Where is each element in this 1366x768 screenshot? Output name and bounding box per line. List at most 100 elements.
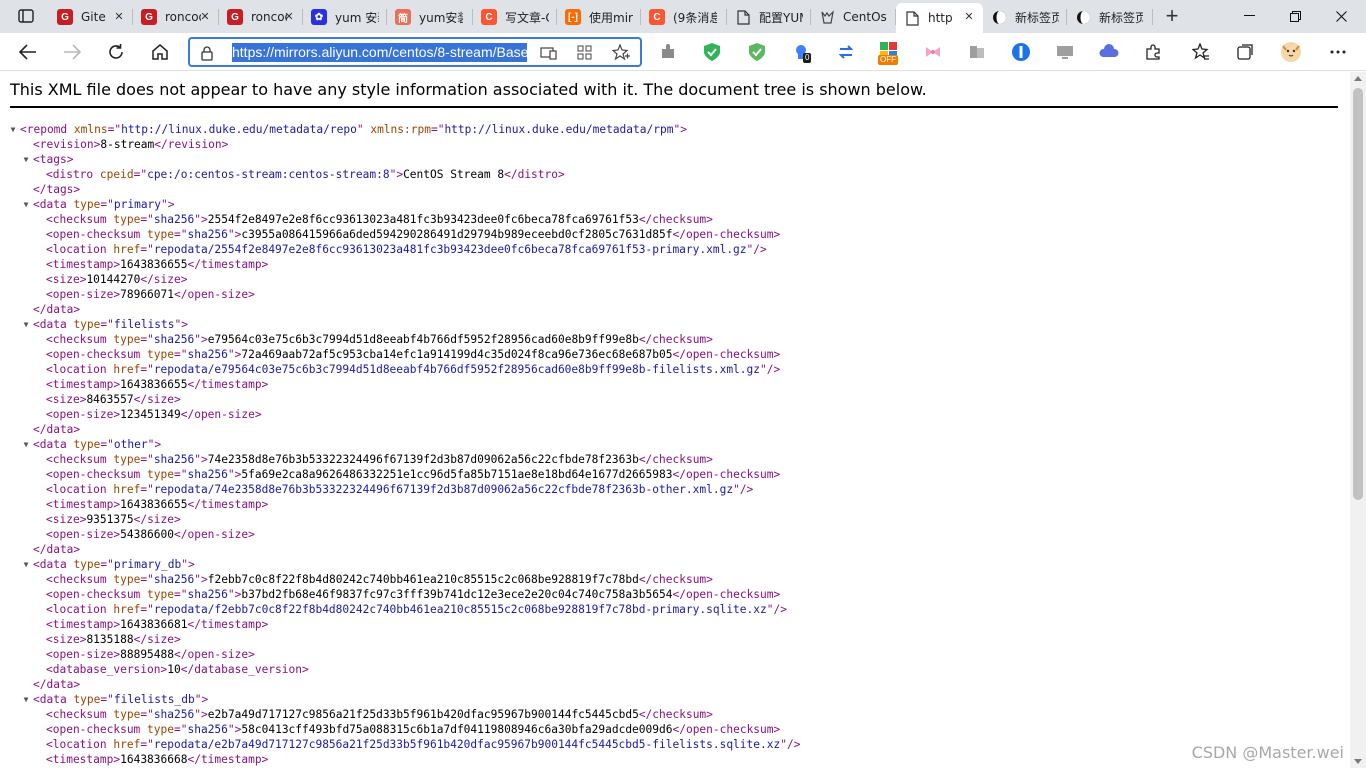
new-tab-page-icon xyxy=(991,9,1007,25)
close-window-button[interactable] xyxy=(1318,2,1364,30)
back-arrow-icon xyxy=(19,44,36,60)
apps-grid-icon[interactable] xyxy=(576,44,594,62)
tab-strip: GGite✕Groncoo-e✕Groncoo-e✕✿yum 安装简yum安装C… xyxy=(0,0,1366,33)
home-button[interactable] xyxy=(145,37,175,67)
xml-root-element[interactable]: ▼ <repomd xmlns="http://linux.duke.edu/me… xyxy=(0,122,1350,137)
collections-icon[interactable] xyxy=(1234,41,1256,63)
xml-timestamp: <timestamp>1643836655</timestamp> xyxy=(46,378,269,391)
xml-data-close: </data> xyxy=(33,543,81,556)
browser-tab[interactable]: 新标签页 xyxy=(1067,3,1153,31)
back-button[interactable] xyxy=(13,37,43,67)
browser-tab[interactable]: C 写文章-C xyxy=(473,3,557,31)
xml-open-size: <open-size>54386600</open-size> xyxy=(46,528,255,541)
address-bar[interactable]: https://mirrors.aliyun.com/centos/8-stre… xyxy=(188,37,642,67)
restore-icon xyxy=(1289,10,1301,22)
tab-title: yum 安装 xyxy=(335,10,379,25)
tab-title: (9条消息 xyxy=(673,10,717,25)
forward-arrow-icon xyxy=(64,44,81,60)
xml-open-checksum: <open-checksum type="sha256">c3955a08641… xyxy=(46,228,781,241)
reader-extension-icon[interactable] xyxy=(966,41,988,63)
browser-tab[interactable]: Groncoo-e✕ xyxy=(219,3,303,31)
browser-tab[interactable]: CentOs6 xyxy=(811,3,896,31)
browser-tab[interactable]: 配置YUM xyxy=(727,3,811,31)
new-tab-button[interactable]: + xyxy=(1160,5,1184,29)
xml-timestamp: <timestamp>1643836681</timestamp> xyxy=(46,618,269,631)
xml-timestamp: <timestamp>1643836655</timestamp> xyxy=(46,258,269,271)
pink-bow-extension-icon[interactable] xyxy=(922,41,944,63)
off-toggle-extension-icon[interactable]: OFF xyxy=(878,41,900,65)
browser-tab[interactable]: http ✕ xyxy=(896,3,983,33)
scroll-up-arrow-icon[interactable] xyxy=(1354,76,1362,81)
tab-close-icon[interactable]: ✕ xyxy=(111,9,127,25)
collapse-triangle-icon[interactable]: ▼ xyxy=(21,557,31,572)
collapse-triangle-icon[interactable]: ▼ xyxy=(8,122,18,137)
xml-data-element[interactable]: ▼ <data type="filelists_db"> xyxy=(0,692,1350,707)
extension-puzzle-grey-icon[interactable] xyxy=(657,41,679,63)
add-favorite-icon[interactable] xyxy=(611,43,630,62)
adguard-shield-icon[interactable] xyxy=(701,41,723,63)
new-tab-page-icon xyxy=(1075,9,1091,25)
extension-badge: 0 xyxy=(803,53,812,63)
settings-more-button[interactable] xyxy=(1327,41,1349,63)
tab-actions-icon xyxy=(18,9,34,23)
xml-size: <size>10144270</size> xyxy=(46,273,188,286)
collapse-triangle-icon[interactable]: ▼ xyxy=(21,317,31,332)
aliyun-icon: [-] xyxy=(565,9,581,25)
tab-title: 新标签页 xyxy=(1015,10,1059,25)
xml-timestamp: <timestamp>1643836668</timestamp> xyxy=(46,753,269,766)
browser-tab[interactable]: ✿ yum 安装 xyxy=(303,3,387,31)
url-text[interactable]: https://mirrors.aliyun.com/centos/8-stre… xyxy=(232,43,527,62)
blue-circle-extension-icon[interactable] xyxy=(1010,41,1032,63)
tab-title: roncoo-e xyxy=(165,10,201,24)
browser-tab[interactable]: 简 yum安装 xyxy=(387,3,473,31)
xml-data-element[interactable]: ▼ <data type="primary_db"> xyxy=(0,557,1350,572)
xml-document-tree: ▼ <repomd xmlns="http://linux.duke.edu/me… xyxy=(0,122,1350,767)
xml-data-element[interactable]: ▼ <data type="primary"> xyxy=(0,197,1350,212)
browser-toolbar: https://mirrors.aliyun.com/centos/8-stre… xyxy=(0,33,1366,71)
favorites-icon[interactable] xyxy=(1190,41,1212,63)
collapse-triangle-icon[interactable]: ▼ xyxy=(21,692,31,707)
collapse-triangle-icon[interactable]: ▼ xyxy=(21,437,31,452)
xml-timestamp: <timestamp>1643836655</timestamp> xyxy=(46,498,269,511)
lock-icon[interactable] xyxy=(200,45,214,66)
browser-tab[interactable]: C (9条消息 xyxy=(641,3,727,31)
tab-close-icon[interactable]: ✕ xyxy=(281,9,297,25)
xml-data-close: </data> xyxy=(33,678,81,691)
tab-close-icon[interactable]: ✕ xyxy=(197,9,213,25)
collapse-triangle-icon[interactable]: ▼ xyxy=(21,197,31,212)
scroll-thumb[interactable] xyxy=(1353,88,1363,500)
xml-data-element[interactable]: ▼ <data type="filelists"> xyxy=(0,317,1350,332)
baidu-paw-icon: ✿ xyxy=(311,9,327,25)
tab-title: http xyxy=(928,11,953,25)
browser-tab[interactable]: G Gite ✕ xyxy=(49,3,133,31)
tab-title: yum安装 xyxy=(419,10,463,25)
page-content: This XML file does not appear to have an… xyxy=(0,72,1350,768)
xml-checksum: <checksum type="sha256">f2ebb7c0c8f22f8b… xyxy=(46,573,713,586)
browser-tab[interactable]: 新标签页 xyxy=(983,3,1067,31)
restore-button[interactable] xyxy=(1272,2,1318,30)
xml-tags-open[interactable]: ▼ <tags> xyxy=(0,152,1350,167)
xml-data-element[interactable]: ▼ <data type="other"> xyxy=(0,437,1350,452)
notification-extension-icon[interactable]: 0 xyxy=(790,41,812,63)
xml-size: <size>8135188</size> xyxy=(46,633,181,646)
scroll-down-arrow-icon[interactable] xyxy=(1354,759,1362,764)
tab-close-icon[interactable]: ✕ xyxy=(961,9,977,25)
gitee-icon: G xyxy=(141,9,157,25)
browser-tab[interactable]: Groncoo-e✕ xyxy=(133,3,219,31)
xml-open-size: <open-size>123451349</open-size> xyxy=(46,408,262,421)
tab-actions-button[interactable] xyxy=(8,4,44,28)
extensions-puzzle-icon[interactable] xyxy=(1142,41,1164,63)
profile-avatar[interactable] xyxy=(1280,41,1302,63)
screen-capture-extension-icon[interactable] xyxy=(1054,41,1076,63)
cloud-extension-icon[interactable] xyxy=(1098,41,1120,63)
minimize-button[interactable] xyxy=(1226,2,1272,30)
forward-button[interactable] xyxy=(57,37,87,67)
browser-tab[interactable]: [-] 使用mirr xyxy=(557,3,641,31)
collapse-triangle-icon[interactable]: ▼ xyxy=(21,152,31,167)
sync-arrows-icon[interactable] xyxy=(835,41,857,63)
refresh-button[interactable] xyxy=(101,37,131,67)
immersive-reader-icon[interactable] xyxy=(540,44,558,62)
vertical-scrollbar[interactable] xyxy=(1350,72,1366,768)
xml-style-notice: This XML file does not appear to have an… xyxy=(10,80,1338,108)
shield-check-icon[interactable] xyxy=(746,41,768,63)
